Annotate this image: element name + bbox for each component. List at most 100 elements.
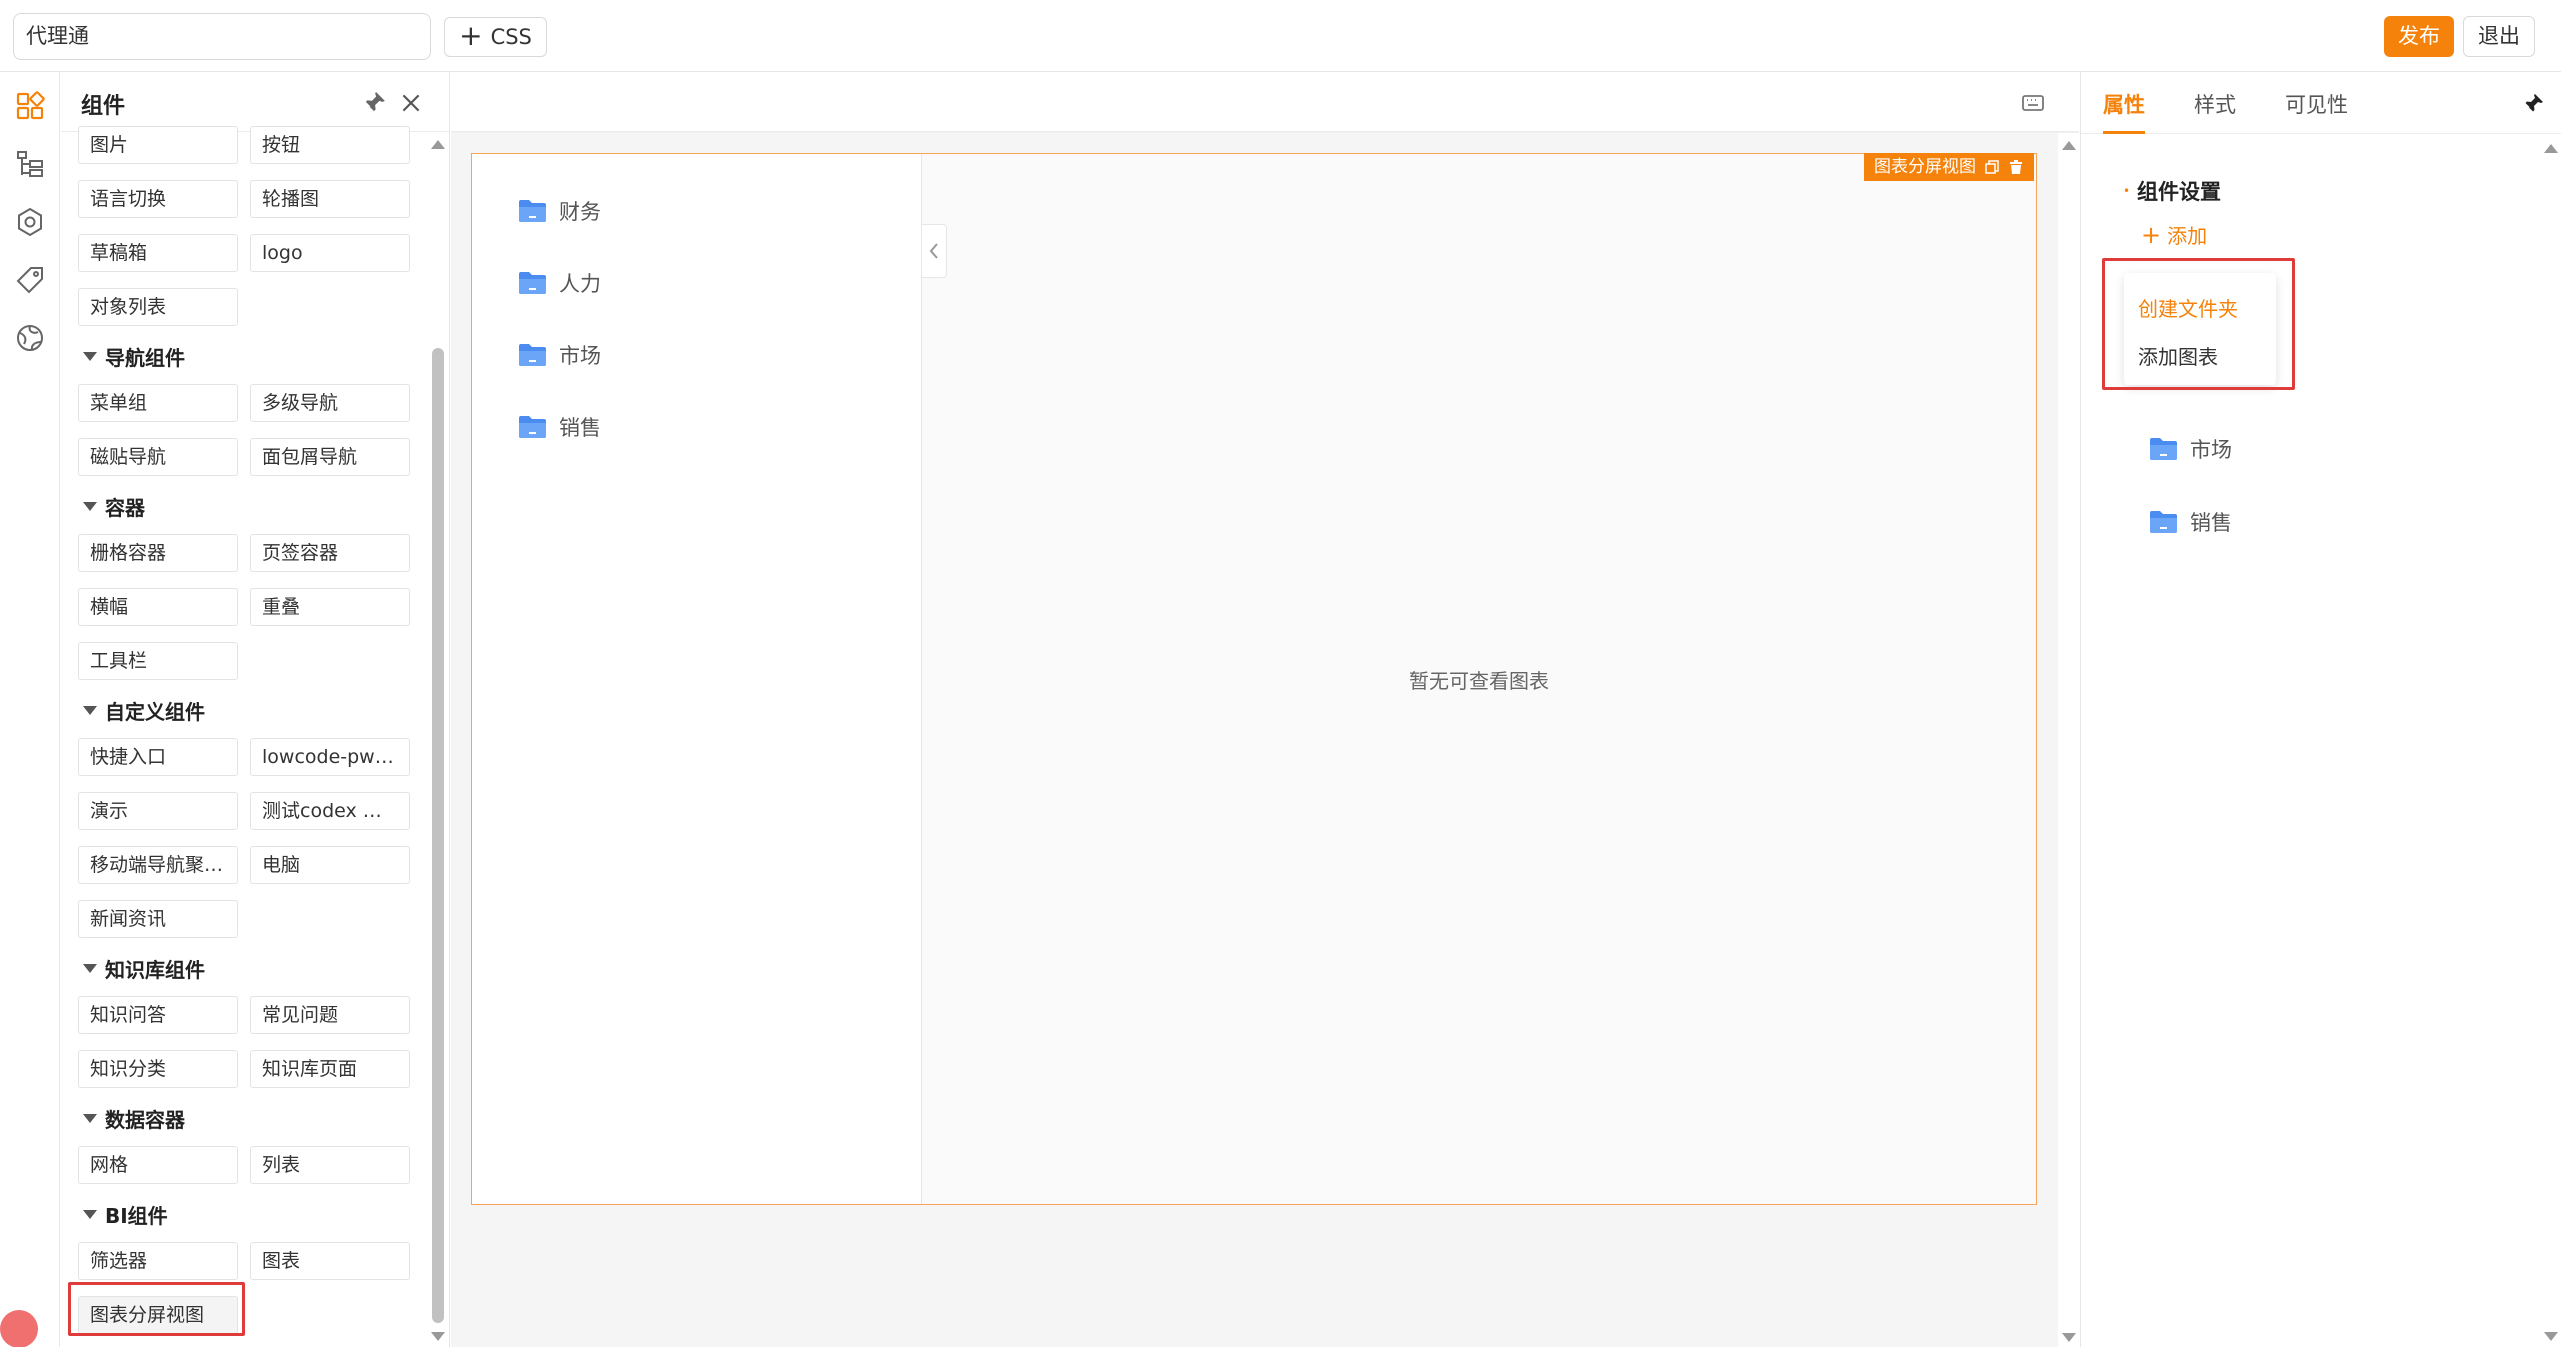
panel-header: 组件 [61,72,449,132]
avatar[interactable] [0,1310,38,1347]
panel-scrollbar-thumb[interactable] [432,348,444,1323]
folder-item[interactable]: 财务 [518,194,601,228]
exit-button[interactable]: 退出 [2463,16,2535,57]
pin-icon[interactable] [361,90,387,116]
components-icon[interactable] [14,90,46,122]
component-item-language-switch[interactable]: 语言切换 [78,180,238,218]
component-item[interactable]: 电脑 [250,846,410,884]
component-item[interactable]: lowcode-pwc-… [250,738,410,776]
component-item[interactable]: 磁贴导航 [78,438,238,476]
group-title-data-container[interactable]: 数据容器 [83,1104,185,1133]
app-name-input[interactable]: 代理通 [13,13,431,60]
folder-item[interactable]: 销售 [2149,505,2232,539]
plus-icon: + [459,18,483,52]
component-item[interactable]: 多级导航 [250,384,410,422]
caret-down-icon [83,502,97,511]
add-label: 添加 [2167,224,2208,248]
props-scrollbar[interactable] [2541,142,2561,1347]
group-title-container[interactable]: 容器 [83,492,145,521]
component-item[interactable]: 演示 [78,792,238,830]
close-icon[interactable] [398,90,424,116]
settings-hex-icon[interactable] [14,206,46,238]
component-item[interactable]: 栅格容器 [78,534,238,572]
scroll-up-icon[interactable] [2062,141,2076,150]
folder-icon [519,200,546,222]
component-item[interactable]: 重叠 [250,588,410,626]
canvas-page: 财务 人力 市场 销售 暂无可查看图表 图表分屏视图 [451,133,2058,1347]
pin-icon[interactable] [2521,92,2545,116]
component-item-chart-split-view[interactable]: 图表分屏视图 [78,1296,238,1334]
caret-down-icon [83,352,97,361]
tab-style[interactable]: 样式 [2194,89,2236,134]
component-item[interactable]: 知识问答 [78,996,238,1034]
component-item[interactable]: 列表 [250,1146,410,1184]
folder-label: 市场 [2190,438,2232,462]
component-item[interactable]: 知识库页面 [250,1050,410,1088]
design-canvas: 财务 人力 市场 销售 暂无可查看图表 图表分屏视图 [451,72,2079,1347]
add-css-button[interactable]: + CSS [444,17,547,57]
chart-split-view[interactable]: 财务 人力 市场 销售 暂无可查看图表 图表分屏视图 [471,153,2037,1205]
canvas-scrollbar[interactable] [2058,133,2079,1347]
component-item-drafts[interactable]: 草稿箱 [78,234,238,272]
component-item[interactable]: 移动端导航聚… [78,846,238,884]
component-item[interactable]: 测试codex 识… [250,792,410,830]
component-item-button[interactable]: 按钮 [250,126,410,164]
caret-down-icon [83,1114,97,1123]
component-item[interactable]: 图表 [250,1242,410,1280]
publish-button[interactable]: 发布 [2384,16,2454,57]
group-title-knowledge[interactable]: 知识库组件 [83,954,205,983]
menu-item-add-chart[interactable]: 添加图表 [2138,341,2218,370]
folder-item[interactable]: 人力 [518,266,601,300]
tab-visibility[interactable]: 可见性 [2285,89,2348,134]
tag-icon[interactable] [14,264,46,296]
component-item[interactable]: 页签容器 [250,534,410,572]
scroll-up-icon[interactable] [2544,144,2558,153]
group-title-navigation[interactable]: 导航组件 [83,342,185,371]
folder-icon [2150,511,2177,533]
globe-icon[interactable] [14,322,46,354]
selection-tag: 图表分屏视图 [1864,153,2034,181]
icon-rail [0,72,60,1347]
scroll-up-icon[interactable] [431,140,445,149]
component-item-object-list[interactable]: 对象列表 [78,288,238,326]
component-item[interactable]: 常见问题 [250,996,410,1034]
component-item[interactable]: 菜单组 [78,384,238,422]
component-item[interactable]: 快捷入口 [78,738,238,776]
scroll-down-icon[interactable] [431,1332,445,1341]
folder-icon [519,344,546,366]
component-item[interactable]: 知识分类 [78,1050,238,1088]
component-panel: 组件 图片 按钮 语言切换 轮播图 草稿箱 logo 对象列表 导航组件 菜单组… [61,72,450,1347]
component-item[interactable]: 网格 [78,1146,238,1184]
group-title-bi[interactable]: BI组件 [83,1200,168,1229]
menu-item-create-folder[interactable]: 创建文件夹 [2138,293,2238,322]
component-item[interactable]: 面包屑导航 [250,438,410,476]
panel-title: 组件 [81,94,126,119]
component-item[interactable]: 筛选器 [78,1242,238,1280]
folder-label: 销售 [559,416,601,440]
component-item-carousel[interactable]: 轮播图 [250,180,410,218]
scroll-down-icon[interactable] [2544,1332,2558,1341]
copy-icon[interactable] [1984,159,2000,175]
component-item-logo[interactable]: logo [250,234,410,272]
component-item[interactable]: 工具栏 [78,642,238,680]
scroll-down-icon[interactable] [2062,1333,2076,1342]
tab-properties[interactable]: 属性 [2103,89,2145,134]
component-item[interactable]: 新闻资讯 [78,900,238,938]
add-button[interactable]: + 添加 [2141,220,2207,249]
group-title-custom[interactable]: 自定义组件 [83,696,205,725]
component-item[interactable]: 横幅 [78,588,238,626]
keyboard-icon[interactable] [2021,91,2045,115]
folder-list: 财务 人力 市场 销售 [472,154,922,1204]
folder-item[interactable]: 销售 [518,410,601,444]
component-item-image[interactable]: 图片 [78,126,238,164]
folder-item[interactable]: 市场 [2149,432,2232,466]
css-button-label: CSS [490,25,532,49]
required-dot-icon: • [2123,184,2131,198]
top-bar: 代理通 + CSS 发布 退出 [0,0,2561,72]
folder-label: 市场 [559,344,601,368]
empty-state-text: 暂无可查看图表 [1409,668,1549,693]
caret-down-icon [83,706,97,715]
folder-item[interactable]: 市场 [518,338,601,372]
tree-icon[interactable] [14,148,46,180]
delete-icon[interactable] [2008,159,2024,175]
